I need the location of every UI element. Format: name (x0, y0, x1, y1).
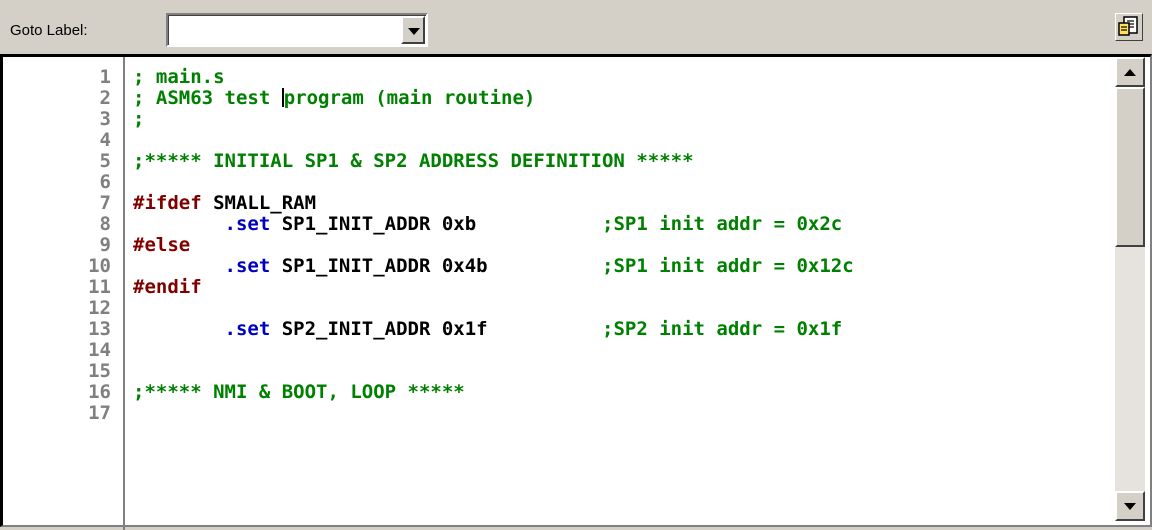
code-token: SP2_INIT_ADDR 0x1f (270, 318, 603, 340)
line-text[interactable]: ;***** INITIAL SP1 & SP2 ADDRESS DEFINIT… (133, 150, 694, 172)
line-text[interactable]: ; main.s (133, 66, 225, 88)
code-token: ;SP1 init addr = 0x12c (602, 255, 854, 277)
code-token: SP1_INIT_ADDR 0x4b (270, 255, 603, 277)
line-number: 16 (88, 381, 111, 403)
line-number: 8 (99, 213, 111, 235)
code-editor[interactable]: 1 ; main.s 2 ; ASM63 test program (main rou… (0, 54, 1152, 530)
line-text[interactable]: ;***** NMI & BOOT, LOOP ***** (133, 381, 465, 403)
code-token: ; (133, 108, 145, 130)
code-token: ;***** INITIAL SP1 & SP2 ADDRESS DEFINIT… (133, 150, 694, 172)
code-token: SMALL_RAM (201, 192, 317, 214)
line-text[interactable]: .set SP1_INIT_ADDR 0xb ;SP1 init addr = … (133, 213, 843, 235)
line-text[interactable]: .set SP2_INIT_ADDR 0x1f ;SP2 init addr =… (133, 318, 843, 340)
code-token: .set (224, 255, 271, 277)
scroll-down-arrow-icon[interactable] (1115, 491, 1145, 521)
chevron-down-icon[interactable] (401, 16, 425, 44)
line-text[interactable]: .set SP1_INIT_ADDR 0x4b ;SP1 init addr =… (133, 255, 854, 277)
vertical-scrollbar[interactable] (1115, 57, 1145, 521)
code-token: .set (224, 318, 271, 340)
line-number: 4 (99, 129, 111, 151)
line-number: 1 (99, 66, 111, 88)
scroll-up-arrow-icon[interactable] (1115, 57, 1145, 87)
line-text[interactable]: #ifdef SMALL_RAM (133, 192, 316, 214)
toolbar: Goto Label: (0, 0, 1152, 54)
line-number: 5 (99, 150, 111, 172)
code-token: #ifdef (133, 192, 202, 214)
code-token: ; ASM63 test (133, 87, 282, 109)
line-number: 11 (88, 276, 111, 298)
line-number: 2 (99, 87, 111, 109)
code-token: program (main routine) (283, 87, 536, 109)
code-token: ;SP1 init addr = 0x2c (602, 213, 843, 235)
code-token: ;***** NMI & BOOT, LOOP ***** (133, 381, 465, 403)
line-number: 9 (99, 234, 111, 256)
line-number: 12 (88, 297, 111, 319)
code-token: #endif (133, 276, 202, 298)
line-text[interactable]: #else (133, 234, 190, 256)
code-token: ; main.s (133, 66, 225, 88)
line-number: 6 (99, 171, 111, 193)
scrollbar-thumb[interactable] (1115, 87, 1145, 247)
line-number: 3 (99, 108, 111, 130)
code-token: ;SP2 init addr = 0x1f (602, 318, 843, 340)
line-text[interactable]: ; (133, 108, 144, 130)
document-properties-icon[interactable] (1115, 13, 1143, 41)
code-token: .set (224, 213, 271, 235)
gutter-divider (123, 57, 125, 530)
code-token: SP1_INIT_ADDR 0xb (270, 213, 603, 235)
line-text[interactable]: ; ASM63 test program (main routine) (133, 87, 535, 109)
line-number: 15 (88, 360, 111, 382)
line-number: 7 (99, 192, 111, 214)
goto-label-caption: Goto Label: (10, 22, 88, 39)
line-number: 17 (88, 402, 111, 424)
line-number: 10 (88, 255, 111, 277)
line-number: 13 (88, 318, 111, 340)
code-token: #else (133, 234, 191, 256)
goto-label-combobox-field[interactable] (168, 15, 426, 45)
line-number: 14 (88, 339, 111, 361)
line-text[interactable]: #endif (133, 276, 202, 298)
goto-label-combobox[interactable] (166, 13, 428, 47)
